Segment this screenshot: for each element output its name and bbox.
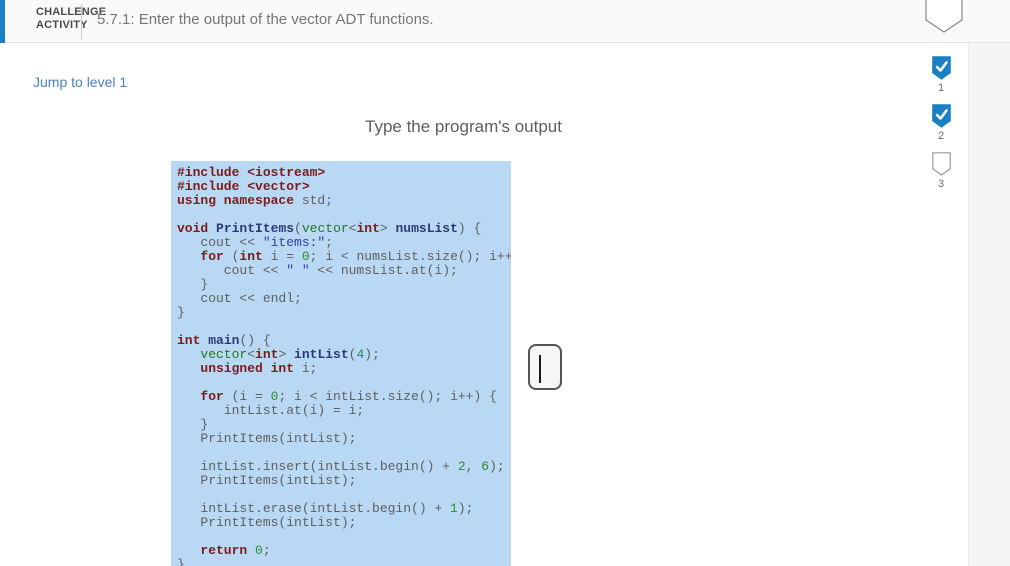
code-line: intList.at(i) = i; (177, 403, 365, 418)
check-badge-icon (931, 56, 951, 80)
check-badge-icon (931, 104, 951, 128)
progress-item-2[interactable]: 2 (931, 104, 951, 142)
code-line: intList.erase(intList.begin() + 1); (177, 501, 474, 516)
activity-header: CHALLENGE ACTIVITY 5.7.1: Enter the outp… (0, 0, 1010, 43)
activity-title: 5.7.1: Enter the output of the vector AD… (97, 11, 434, 28)
code-line: } (177, 417, 209, 432)
code-line: for (i = 0; i < intList.size(); i++) { (200, 389, 497, 404)
progress-label: 1 (937, 82, 945, 94)
code-line: PrintItems(intList); (177, 473, 357, 488)
code-line: #include <vector> (177, 179, 310, 194)
code-line: #include <iostream> (177, 165, 326, 180)
code-line: intList.insert(intList.begin() + 2, 6); (177, 459, 505, 474)
prompt-heading: Type the program's output (365, 117, 562, 136)
code-line: using namespace std; (177, 193, 334, 208)
code-line: unsigned int i; (200, 361, 318, 376)
bookmark-icon[interactable] (925, 0, 963, 36)
answer-input[interactable] (530, 346, 560, 388)
code-line: void PrintItems(vector<int> numsList) { (177, 221, 482, 236)
progress-item-3[interactable]: 3 (931, 152, 951, 190)
code-line: } (177, 305, 185, 320)
answer-input-box[interactable] (528, 344, 562, 390)
activity-label-line1: CHALLENGE (36, 6, 107, 18)
code-line: cout << endl; (177, 291, 302, 306)
jump-to-level-link[interactable]: Jump to level 1 (33, 74, 127, 90)
code-line: } (177, 277, 209, 292)
code-line: PrintItems(intList); (177, 431, 357, 446)
progress-item-1[interactable]: 1 (931, 56, 951, 94)
empty-badge-icon (931, 152, 951, 176)
activity-type-label: CHALLENGE ACTIVITY (36, 6, 107, 32)
header-divider (81, 4, 82, 39)
activity-label-line2: ACTIVITY (36, 19, 88, 31)
code-line: cout << "items:"; (177, 235, 334, 250)
code-line: vector<int> intList(4); (200, 347, 380, 362)
progress-label: 2 (937, 130, 945, 142)
code-line: return 0; (200, 543, 271, 558)
code-block: #include <iostream> #include <vector> usin… (171, 161, 511, 566)
progress-label: 3 (937, 178, 945, 190)
code-line: int main() { (177, 333, 271, 348)
code-line: for (int i = 0; i < numsList.size(); i++… (200, 249, 511, 264)
code-line: PrintItems(intList); (177, 515, 357, 530)
code-line: cout << " " << numsList.at(i); (177, 263, 458, 278)
text-caret (539, 355, 541, 383)
progress-panel: 1 2 3 (929, 56, 953, 190)
accent-strip (0, 0, 5, 43)
code-line: } (177, 557, 185, 566)
page-gutter (968, 43, 1010, 566)
